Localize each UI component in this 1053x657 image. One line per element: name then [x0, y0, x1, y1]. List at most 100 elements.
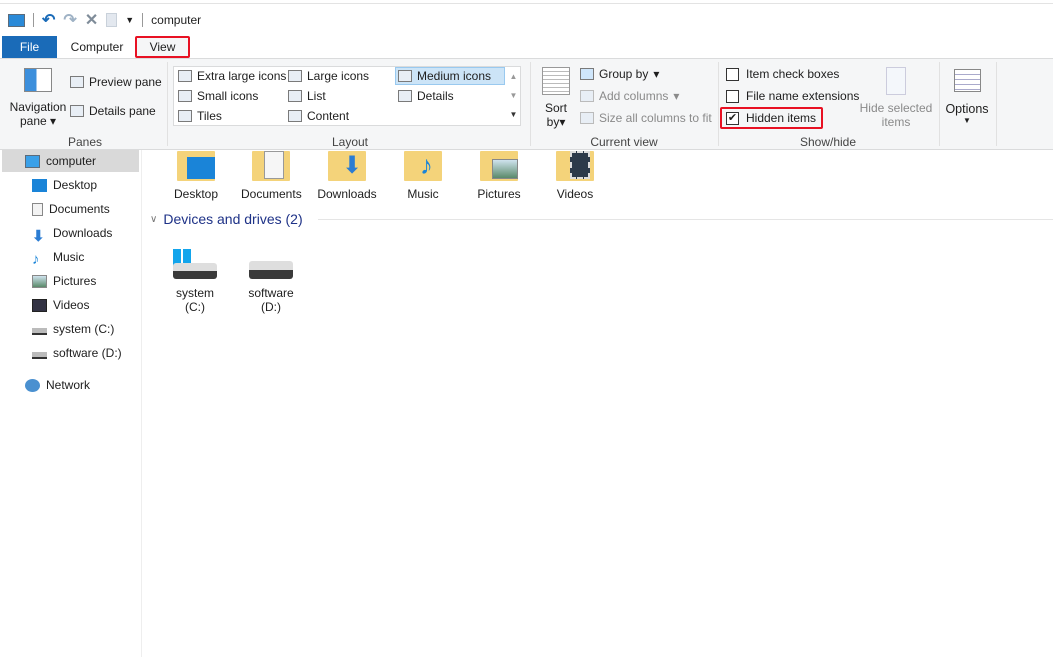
- nav-item-documents[interactable]: Documents: [32, 199, 110, 219]
- chevron-down-icon[interactable]: ∨: [150, 214, 157, 225]
- checkbox-icon[interactable]: [726, 89, 739, 103]
- documents-folder-icon: [252, 151, 290, 181]
- gallery-more-icon[interactable]: ▼: [507, 105, 520, 124]
- label: List: [307, 89, 326, 103]
- navigation-pane-label: Navigation: [9, 100, 67, 114]
- label: Details: [417, 89, 454, 103]
- nav-item-computer[interactable]: computer: [25, 151, 96, 171]
- nav-item-desktop[interactable]: Desktop: [32, 175, 97, 195]
- folder-documents[interactable]: Documents: [241, 151, 302, 201]
- downloads-folder-icon: ⬇: [328, 151, 366, 181]
- tab-file[interactable]: File: [2, 36, 57, 58]
- customize-dropdown-icon[interactable]: ▼: [125, 15, 134, 25]
- preview-pane-label: Preview pane: [89, 75, 162, 89]
- nav-item-videos[interactable]: Videos: [32, 295, 89, 315]
- devices-group-header[interactable]: ∨ Devices and drives (2): [150, 211, 303, 227]
- downloads-icon: ⬇: [32, 227, 45, 245]
- layout-small-icons[interactable]: Small icons: [178, 89, 258, 103]
- nav-item-music[interactable]: ♪ Music: [32, 247, 85, 268]
- label: Group by: [599, 67, 649, 81]
- layout-content[interactable]: Content: [288, 109, 349, 123]
- sort-icon: [542, 67, 570, 95]
- tab-view[interactable]: View: [135, 36, 190, 58]
- drive-system-c[interactable]: system (C:): [165, 249, 225, 314]
- extra-large-icons-icon: [178, 70, 192, 82]
- label: system (C:): [53, 322, 115, 336]
- large-icons-icon: [288, 70, 302, 82]
- navigation-pane-label2: pane: [19, 114, 47, 128]
- label: Documents: [49, 202, 110, 216]
- label: Downloads: [53, 226, 113, 240]
- sort-by-button[interactable]: Sort by▾: [540, 67, 572, 129]
- layout-medium-icons[interactable]: Medium icons: [398, 69, 491, 83]
- layout-details[interactable]: Details: [398, 89, 454, 103]
- add-columns-button[interactable]: Add columns ▾: [580, 89, 679, 103]
- folder-desktop[interactable]: Desktop: [166, 151, 226, 201]
- label2: (D:): [261, 300, 281, 314]
- delete-icon[interactable]: ✕: [85, 10, 98, 30]
- panes-group-label: Panes: [67, 135, 103, 149]
- item-check-boxes-checkbox[interactable]: Item check boxes: [726, 67, 839, 81]
- folder-music[interactable]: ♪ Music: [393, 151, 453, 201]
- options-button[interactable]: Options ▼: [944, 69, 990, 125]
- folder-pictures[interactable]: Pictures: [469, 151, 529, 201]
- preview-pane-button[interactable]: Preview pane: [70, 75, 162, 89]
- details-pane-label: Details pane: [89, 104, 156, 118]
- label: Desktop: [53, 178, 98, 192]
- sort-label: Sort: [544, 101, 567, 115]
- label: Item check boxes: [746, 67, 840, 81]
- desktop-folder-icon: [177, 151, 215, 181]
- group-by-icon: [580, 68, 594, 80]
- nav-item-system-c[interactable]: system (C:): [32, 319, 114, 339]
- pictures-folder-icon: [480, 151, 518, 181]
- checkbox-icon[interactable]: [726, 67, 739, 81]
- folder-downloads[interactable]: ⬇ Downloads: [317, 151, 377, 201]
- nav-item-software-d[interactable]: software (D:): [32, 343, 122, 363]
- size-columns-button[interactable]: Size all columns to fit: [580, 111, 712, 125]
- top-edge: [0, 0, 1053, 4]
- videos-folder-icon: [556, 151, 594, 181]
- folder-videos[interactable]: Videos: [545, 151, 605, 201]
- nav-item-pictures[interactable]: Pictures: [32, 271, 96, 291]
- checkmark-icon[interactable]: ✔: [726, 111, 739, 125]
- tab-computer[interactable]: Computer: [62, 36, 132, 58]
- layout-extra-large-icons[interactable]: Extra large icons: [178, 69, 286, 83]
- group-by-button[interactable]: Group by ▾: [580, 67, 659, 81]
- undo-icon[interactable]: ↶: [42, 10, 55, 30]
- label: Large icons: [307, 69, 370, 83]
- label: computer: [46, 154, 97, 168]
- label: Content: [307, 109, 350, 123]
- label: Music: [53, 250, 85, 264]
- drive-d-icon: [32, 352, 47, 359]
- redo-icon[interactable]: ↷: [63, 10, 76, 30]
- label: Extra large icons: [197, 69, 287, 83]
- nav-item-network[interactable]: Network: [25, 375, 90, 395]
- tiles-icon: [178, 110, 192, 122]
- label: Network: [46, 378, 91, 392]
- navigation-pane-button[interactable]: Navigation pane ▾: [8, 68, 68, 128]
- content-icon: [288, 110, 302, 122]
- label: Downloads: [317, 187, 377, 201]
- pictures-icon: [32, 274, 47, 288]
- file-name-extensions-checkbox[interactable]: File name extensions: [726, 89, 859, 103]
- details-pane-button[interactable]: Details pane: [70, 104, 156, 118]
- layout-large-icons[interactable]: Large icons: [288, 69, 369, 83]
- layout-list[interactable]: List: [288, 89, 326, 103]
- label: Hide selected: [859, 101, 933, 115]
- music-icon: ♪: [32, 250, 40, 268]
- label: Medium icons: [417, 69, 492, 83]
- properties-icon[interactable]: [106, 13, 118, 27]
- layout-tiles[interactable]: Tiles: [178, 109, 222, 123]
- divider: [530, 62, 531, 146]
- nav-item-downloads[interactable]: ⬇ Downloads: [32, 223, 113, 245]
- music-folder-icon: ♪: [404, 151, 442, 181]
- drive-c-icon: [32, 328, 47, 335]
- label: Options: [945, 102, 989, 116]
- hidden-items-checkbox[interactable]: ✔ Hidden items: [726, 111, 816, 125]
- scroll-down-icon[interactable]: ▼: [507, 86, 520, 105]
- scroll-up-icon[interactable]: ▲: [507, 67, 520, 86]
- hide-selected-items-button[interactable]: Hide selected items: [858, 67, 934, 129]
- gallery-scrollbar[interactable]: ▲ ▼ ▼: [507, 67, 520, 125]
- drive-software-d[interactable]: software (D:): [241, 249, 301, 314]
- label: Pictures: [53, 274, 97, 288]
